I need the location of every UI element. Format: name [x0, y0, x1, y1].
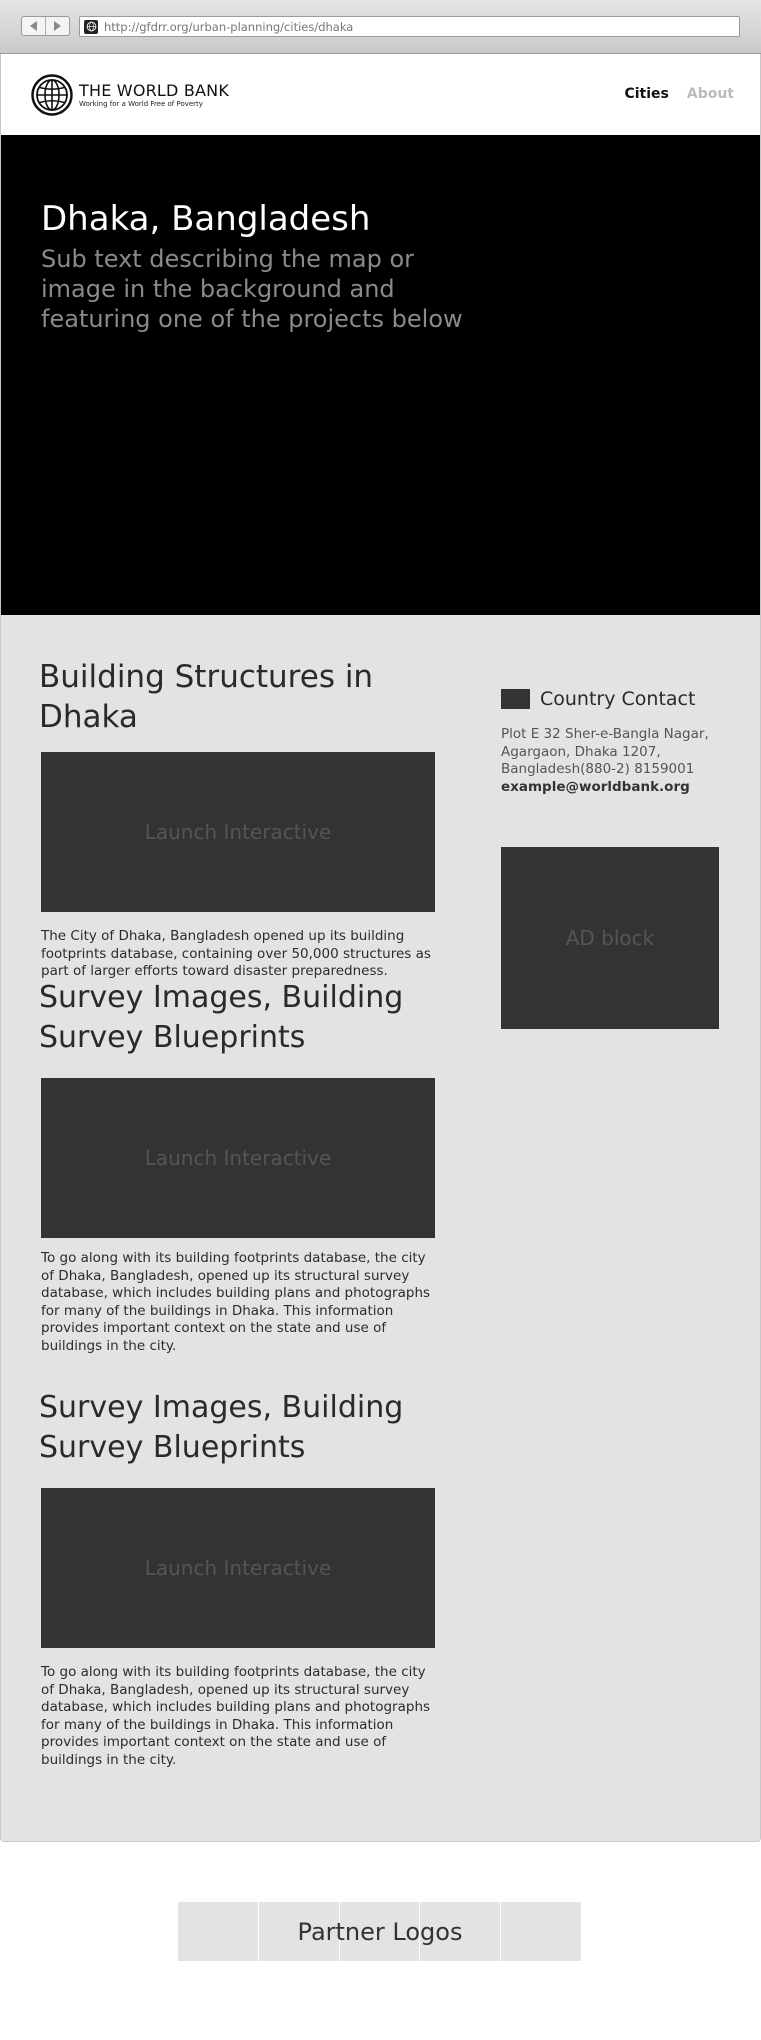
- url-text: http://gfdrr.org/urban-planning/cities/d…: [104, 19, 354, 34]
- forward-button[interactable]: [45, 17, 69, 35]
- partner-logos: Partner Logos: [178, 1902, 582, 1961]
- section-survey-images-2: Survey Images, Building Survey Blueprint…: [39, 1388, 435, 1769]
- launch-interactive-button[interactable]: Launch Interactive: [41, 1488, 435, 1648]
- main-nav: Cities About: [624, 86, 734, 102]
- ad-block-label: AD block: [565, 926, 655, 950]
- logo-tagline: Working for a World Free of Poverty: [79, 99, 203, 108]
- country-contact: Country Contact Plot E 32 Sher-e-Bangla …: [501, 688, 721, 796]
- main-content: Building Structures in Dhaka Launch Inte…: [1, 615, 760, 1841]
- section-description: The City of Dhaka, Bangladesh opened up …: [41, 928, 431, 979]
- section-description: To go along with its building footprints…: [41, 1664, 431, 1768]
- website: THE WORLD BANK Working for a World Free …: [0, 54, 761, 1842]
- contact-title: Country Contact: [540, 688, 696, 710]
- logo-text: THE WORLD BANK Working for a World Free …: [79, 80, 230, 109]
- launch-interactive-button[interactable]: Launch Interactive: [41, 1078, 435, 1238]
- hero-subtitle: Sub text describing the map or image in …: [41, 245, 463, 333]
- address-line: Bangladesh(880-2) 8159001: [501, 761, 695, 777]
- back-button[interactable]: [22, 17, 45, 35]
- section-title: Survey Images, Building Survey Blueprint…: [39, 980, 404, 1055]
- browser-toolbar: http://gfdrr.org/urban-planning/cities/d…: [0, 0, 761, 54]
- nav-cities[interactable]: Cities: [624, 86, 668, 102]
- launch-interactive-label: Launch Interactive: [144, 1146, 332, 1170]
- hero-title: Dhaka, Bangladesh: [41, 199, 371, 239]
- globe-favicon-icon: [84, 19, 98, 34]
- address-bar[interactable]: http://gfdrr.org/urban-planning/cities/d…: [79, 16, 740, 37]
- nav-about[interactable]: About: [687, 86, 734, 102]
- ad-block[interactable]: AD block: [501, 847, 719, 1029]
- forward-arrow-icon: [54, 21, 61, 31]
- contact-email-link[interactable]: example@worldbank.org: [501, 779, 721, 797]
- contact-icon: [501, 689, 530, 709]
- section-title: Building Structures in Dhaka: [39, 659, 374, 735]
- site-footer: Partner Logos: [0, 1842, 761, 2040]
- section-building-structures: Building Structures in Dhaka Launch Inte…: [39, 657, 435, 981]
- back-arrow-icon: [30, 21, 37, 31]
- address-line: Agargaon, Dhaka 1207,: [501, 743, 661, 760]
- partner-logos-label: Partner Logos: [297, 1917, 463, 1946]
- hero-banner: Dhaka, Bangladesh Sub text describing th…: [1, 135, 760, 615]
- launch-interactive-button[interactable]: Launch Interactive: [41, 752, 435, 912]
- globe-logo-icon: [31, 74, 73, 116]
- logo-title: THE WORLD BANK: [79, 80, 230, 100]
- site-header: THE WORLD BANK Working for a World Free …: [1, 54, 760, 135]
- contact-address: Plot E 32 Sher-e-Bangla Nagar, Agargaon,…: [501, 726, 721, 796]
- section-title: Survey Images, Building Survey Blueprint…: [39, 1390, 404, 1465]
- address-line: Plot E 32 Sher-e-Bangla Nagar,: [501, 726, 709, 742]
- history-buttons: [21, 16, 70, 36]
- section-survey-images: Survey Images, Building Survey Blueprint…: [39, 978, 435, 1355]
- contact-header: Country Contact: [501, 688, 721, 710]
- section-description: To go along with its building footprints…: [41, 1250, 431, 1354]
- launch-interactive-label: Launch Interactive: [144, 1556, 332, 1580]
- world-bank-logo[interactable]: THE WORLD BANK Working for a World Free …: [31, 74, 229, 116]
- launch-interactive-label: Launch Interactive: [144, 820, 332, 844]
